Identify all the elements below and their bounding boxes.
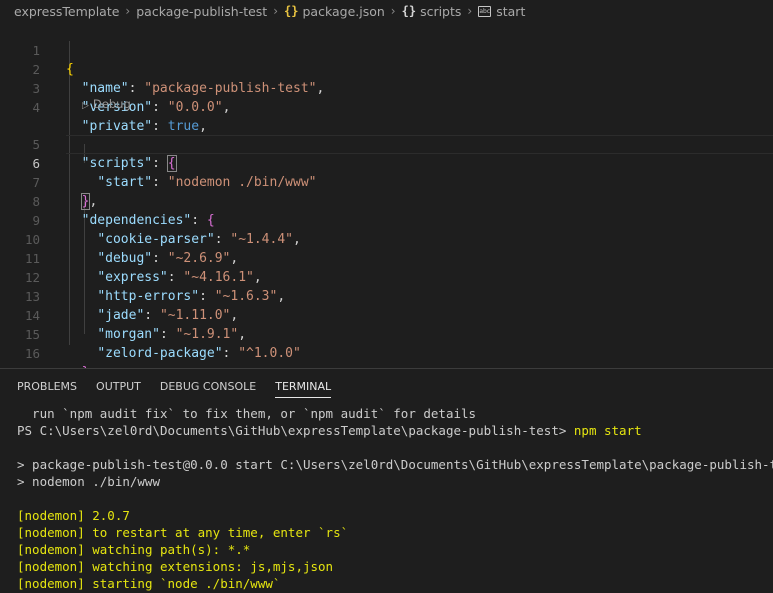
codelens-label: Debug [92, 97, 131, 111]
breadcrumb-label: package.json [302, 3, 385, 19]
code-line: 11 "express": "~4.16.1", [0, 230, 773, 285]
chevron-right-icon: › [467, 4, 473, 18]
nodemon-tag: [nodemon] [17, 576, 85, 591]
terminal-line: run `npm audit fix` to fix them, or `npm… [17, 406, 477, 421]
play-icon: ▷ [82, 101, 89, 111]
tab-problems[interactable]: PROBLEMS [17, 369, 77, 405]
nodemon-text: starting `node ./bin/www` [84, 576, 281, 591]
breadcrumb-label: scripts [420, 3, 462, 19]
code-line: 15 "zelord-package": "^1.0.0" [0, 306, 773, 361]
code-editor[interactable]: 1 { 2 "name": "package-publish-test", 3 … [0, 22, 773, 399]
terminal-nodemon-line: [nodemon] starting `node ./bin/www` [17, 575, 767, 592]
nodemon-tag: [nodemon] [17, 508, 85, 523]
terminal-line: > package-publish-test@0.0.0 start C:\Us… [17, 457, 773, 472]
terminal-command: npm start [573, 423, 642, 438]
debug-codelens[interactable]: ▷ Debug [82, 97, 131, 112]
terminal-line: > nodemon ./bin/www [17, 474, 160, 489]
breadcrumb-label: start [496, 3, 526, 19]
json-braces-icon: {} [284, 4, 299, 18]
code-line: 8 "dependencies": { [0, 173, 773, 228]
nodemon-text: to restart at any time, enter `rs` [84, 525, 349, 540]
tab-output[interactable]: OUTPUT [96, 369, 141, 405]
tab-terminal[interactable]: TERMINAL [275, 369, 331, 405]
nodemon-text: watching path(s): *.* [84, 542, 251, 557]
chevron-right-icon: › [390, 4, 396, 18]
breadcrumb-item-file[interactable]: {} package.json [284, 4, 385, 19]
code-line: 9 "cookie-parser": "~1.4.4", [0, 192, 773, 247]
code-line: 12 "http-errors": "~1.6.3", [0, 249, 773, 304]
code-line: 2 "name": "package-publish-test", [0, 41, 773, 96]
code-line: 3 "version": "0.0.0", [0, 60, 773, 115]
code-line: 1 { [0, 22, 773, 77]
code-line: 16 } [0, 325, 773, 380]
terminal-output[interactable]: run `npm audit fix` to fix them, or `npm… [17, 405, 773, 592]
string-abc-icon: abc [478, 5, 492, 17]
terminal-nodemon-line: [nodemon] watching extensions: js,mjs,js… [17, 558, 767, 575]
object-braces-icon: {} [401, 4, 417, 18]
chevron-right-icon: › [273, 4, 279, 18]
terminal-prompt: PS C:\Users\zel0rd\Documents\GitHub\expr… [17, 423, 574, 438]
nodemon-text: 2.0.7 [84, 508, 130, 523]
breadcrumb-item-folder-root[interactable]: expressTemplate [14, 4, 119, 19]
terminal-prompt-line: PS C:\Users\zel0rd\Documents\GitHub\expr… [17, 422, 767, 439]
code-line: 13 "jade": "~1.11.0", [0, 268, 773, 323]
tab-debug-console[interactable]: DEBUG CONSOLE [160, 369, 256, 405]
code-line: 17 } [0, 344, 773, 399]
code-line: 5 "scripts": { [0, 116, 773, 172]
breadcrumb-label: package-publish-test [136, 3, 268, 19]
breadcrumb-item-start[interactable]: abc start [478, 4, 525, 19]
line-number: 4 [32, 100, 40, 115]
breadcrumb: expressTemplate › package-publish-test ›… [0, 0, 773, 22]
code-line: 7 }, [0, 154, 773, 210]
breadcrumb-label: expressTemplate [14, 3, 120, 19]
breadcrumb-item-scripts[interactable]: {} scripts [402, 4, 462, 19]
code-line: 4 "private": true, [0, 79, 773, 134]
bottom-panel: PROBLEMS OUTPUT DEBUG CONSOLE TERMINAL r… [0, 368, 773, 593]
panel-tabs: PROBLEMS OUTPUT DEBUG CONSOLE TERMINAL [0, 369, 350, 405]
breadcrumb-item-folder[interactable]: package-publish-test [136, 4, 267, 19]
terminal-nodemon-line: [nodemon] to restart at any time, enter … [17, 524, 767, 541]
nodemon-tag: [nodemon] [17, 525, 85, 540]
terminal-nodemon-line: [nodemon] watching path(s): *.* [17, 541, 767, 558]
nodemon-text: watching extensions: js,mjs,json [84, 559, 334, 574]
chevron-right-icon: › [125, 4, 131, 18]
terminal-nodemon-line: [nodemon] 2.0.7 [17, 507, 767, 524]
code-line-active: 6 "start": "nodemon ./bin/www" [0, 135, 773, 190]
nodemon-tag: [nodemon] [17, 559, 85, 574]
code-line: 10 "debug": "~2.6.9", [0, 211, 773, 266]
code-line: 14 "morgan": "~1.9.1", [0, 287, 773, 342]
nodemon-tag: [nodemon] [17, 542, 85, 557]
